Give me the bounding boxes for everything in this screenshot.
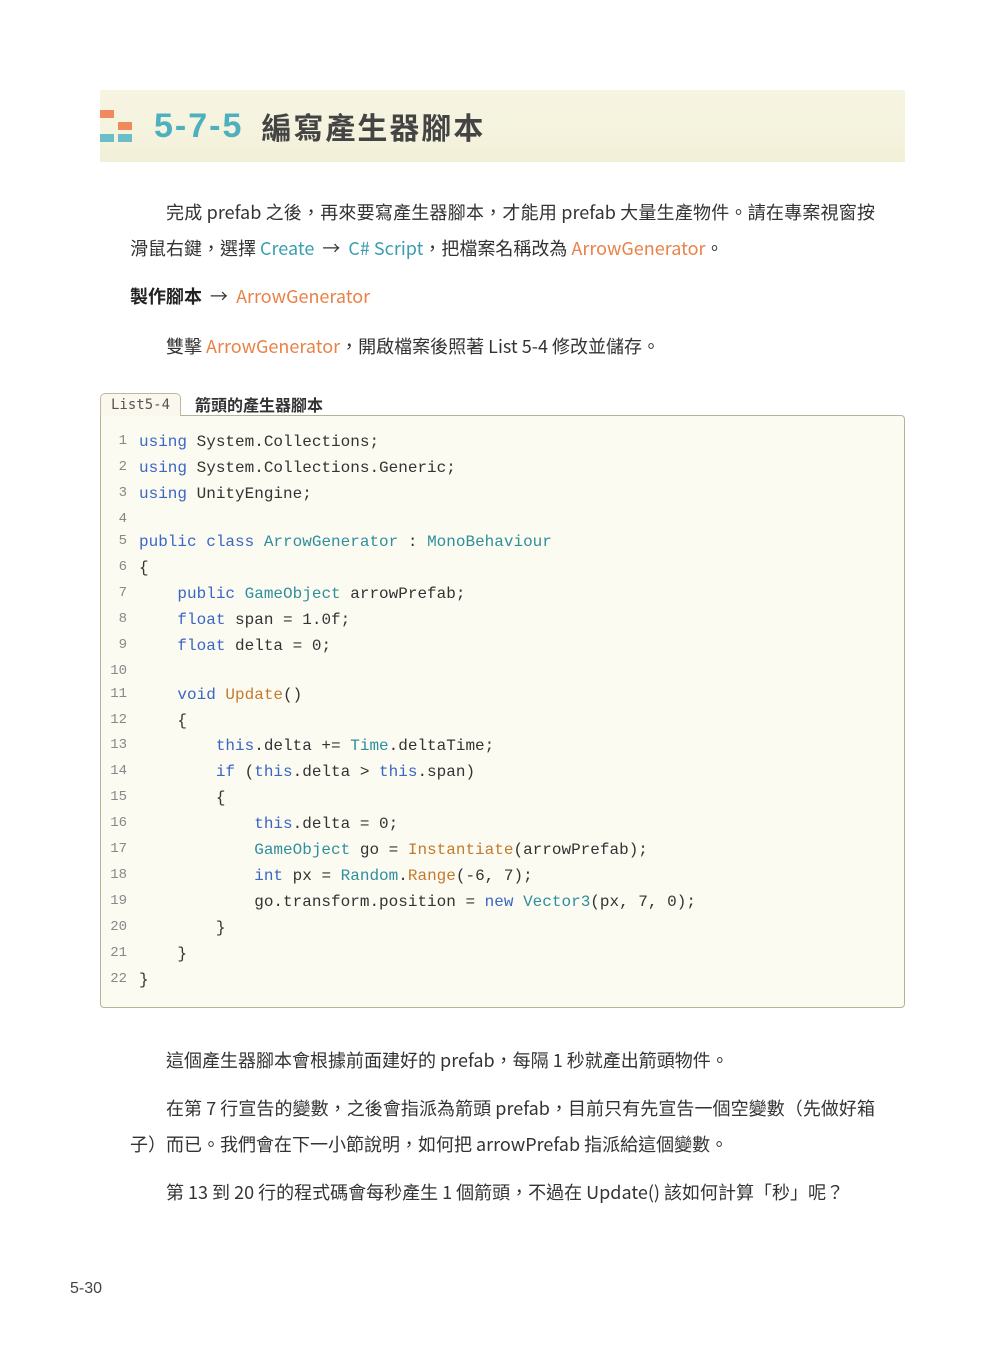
line-number: 2	[109, 456, 139, 482]
line-number: 11	[109, 683, 139, 709]
text: 雙擊	[166, 333, 206, 359]
line-number: 16	[109, 812, 139, 838]
line-number: 19	[109, 890, 139, 916]
code-line: 14 if (this.delta > this.span)	[109, 760, 886, 786]
code-content: if (this.delta > this.span)	[139, 760, 475, 786]
paragraph-4: 在第 7 行宣告的變數，之後會指派為箭頭 prefab，目前只有先宣告一個空變數…	[130, 1090, 875, 1162]
code-line: 4	[109, 508, 886, 531]
line-number: 7	[109, 582, 139, 608]
code-content: {	[139, 556, 149, 582]
menu-csharp-script: C# Script	[348, 235, 423, 261]
text: ，開啟檔案後照著 List 5-4 修改並儲存。	[340, 333, 660, 359]
code-line: 21 }	[109, 942, 886, 968]
code-content: }	[139, 968, 149, 994]
line-number: 21	[109, 942, 139, 968]
line-number: 8	[109, 608, 139, 634]
code-line: 18 int px = Random.Range(-6, 7);	[109, 864, 886, 890]
line-number: 10	[109, 660, 139, 683]
code-line: 10	[109, 660, 886, 683]
code-content: }	[139, 942, 187, 968]
code-content: using UnityEngine;	[139, 482, 312, 508]
line-number: 20	[109, 916, 139, 942]
line-number: 22	[109, 968, 139, 994]
line-number: 1	[109, 430, 139, 456]
line-number: 9	[109, 634, 139, 660]
filename-arrowgenerator: ArrowGenerator	[571, 235, 705, 261]
code-content: void Update()	[139, 683, 302, 709]
code-line: 20 }	[109, 916, 886, 942]
line-number: 14	[109, 760, 139, 786]
code-line: 11 void Update()	[109, 683, 886, 709]
code-box: 1using System.Collections;2using System.…	[100, 415, 905, 1008]
code-content: this.delta = 0;	[139, 812, 398, 838]
code-line: 1using System.Collections;	[109, 430, 886, 456]
code-line: 12 {	[109, 709, 886, 735]
text: 。	[706, 235, 724, 261]
menu-create: Create	[260, 235, 314, 261]
code-content: float delta = 0;	[139, 634, 331, 660]
line-number: 13	[109, 734, 139, 760]
code-content: float span = 1.0f;	[139, 608, 350, 634]
code-line: 5public class ArrowGenerator : MonoBehav…	[109, 530, 886, 556]
filename-arrowgenerator: ArrowGenerator	[236, 283, 370, 309]
section-number: 5-7-5	[154, 107, 243, 146]
code-line: 6{	[109, 556, 886, 582]
code-listing: List5-4 箭頭的產生器腳本 1using System.Collectio…	[100, 392, 905, 1008]
code-line: 7 public GameObject arrowPrefab;	[109, 582, 886, 608]
listing-caption: 箭頭的產生器腳本	[195, 392, 323, 416]
text: ，把檔案名稱改為	[423, 235, 571, 261]
code-line: 13 this.delta += Time.deltaTime;	[109, 734, 886, 760]
code-line: 9 float delta = 0;	[109, 634, 886, 660]
code-line: 2using System.Collections.Generic;	[109, 456, 886, 482]
line-number: 17	[109, 838, 139, 864]
code-line: 8 float span = 1.0f;	[109, 608, 886, 634]
code-content: public GameObject arrowPrefab;	[139, 582, 465, 608]
line-number: 15	[109, 786, 139, 812]
line-number: 3	[109, 482, 139, 508]
code-line: 16 this.delta = 0;	[109, 812, 886, 838]
code-content: public class ArrowGenerator : MonoBehavi…	[139, 530, 552, 556]
code-content: GameObject go = Instantiate(arrowPrefab)…	[139, 838, 648, 864]
make-script-line: 製作腳本 → ArrowGenerator	[130, 278, 875, 314]
code-content: using System.Collections;	[139, 430, 379, 456]
line-number: 6	[109, 556, 139, 582]
code-line: 19 go.transform.position = new Vector3(p…	[109, 890, 886, 916]
code-line: 3using UnityEngine;	[109, 482, 886, 508]
code-content: this.delta += Time.deltaTime;	[139, 734, 494, 760]
line-number: 12	[109, 709, 139, 735]
line-number: 4	[109, 508, 139, 531]
page-number: 5-30	[70, 1280, 102, 1298]
header-icon	[100, 110, 136, 142]
label-make-script: 製作腳本	[130, 283, 202, 309]
code-line: 17 GameObject go = Instantiate(arrowPref…	[109, 838, 886, 864]
filename-arrowgenerator: ArrowGenerator	[206, 333, 340, 359]
code-content: int px = Random.Range(-6, 7);	[139, 864, 533, 890]
code-line: 22}	[109, 968, 886, 994]
arrow-icon: →	[202, 283, 236, 309]
code-content: }	[139, 916, 225, 942]
code-content: using System.Collections.Generic;	[139, 456, 456, 482]
listing-header: List5-4 箭頭的產生器腳本	[100, 392, 905, 416]
code-line: 15 {	[109, 786, 886, 812]
paragraph-5: 第 13 到 20 行的程式碼會每秒產生 1 個箭頭，不過在 Update() …	[130, 1174, 875, 1210]
line-number: 18	[109, 864, 139, 890]
code-content: go.transform.position = new Vector3(px, …	[139, 890, 696, 916]
code-content: {	[139, 709, 187, 735]
paragraph-3: 這個產生器腳本會根據前面建好的 prefab，每隔 1 秒就產出箭頭物件。	[130, 1042, 875, 1078]
listing-badge: List5-4	[100, 393, 181, 416]
arrow-icon: →	[314, 235, 348, 261]
paragraph-2: 雙擊 ArrowGenerator，開啟檔案後照著 List 5-4 修改並儲存…	[130, 328, 875, 364]
line-number: 5	[109, 530, 139, 556]
code-content: {	[139, 786, 225, 812]
paragraph-1: 完成 prefab 之後，再來要寫產生器腳本，才能用 prefab 大量生產物件…	[130, 194, 875, 266]
section-title: 編寫產生器腳本	[261, 104, 485, 148]
section-header: 5-7-5 編寫產生器腳本	[100, 90, 905, 162]
